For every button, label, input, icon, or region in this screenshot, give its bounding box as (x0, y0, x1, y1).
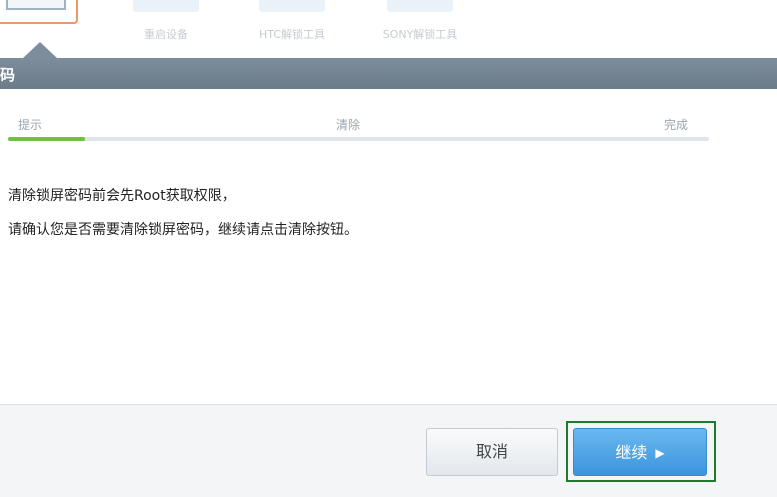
cancel-button[interactable]: 取消 (426, 428, 558, 476)
step-clear: 清除 (336, 118, 361, 132)
continue-button-label: 继续 (615, 443, 648, 462)
progress-fill (8, 137, 86, 141)
title-band: 码 (0, 58, 777, 89)
tool-sony-unlock[interactable]: SONY解锁工具 (370, 0, 470, 58)
message-line-2: 请确认您是否需要清除锁屏密码，继续请点击清除按钮。 (8, 222, 358, 238)
tool-restart-device[interactable]: 重启设备 (124, 0, 208, 58)
tool-active-tile[interactable] (0, 0, 78, 24)
tool-label: HTC解锁工具 (258, 28, 326, 41)
tool-active-icon (6, 0, 66, 10)
tool-label: 重启设备 (144, 28, 188, 41)
step-tip: 提示 (18, 118, 43, 132)
content-panel: 提示 清除 完成 清除锁屏密码前会先Root获取权限， 请确认您是否需要清除锁屏… (0, 89, 777, 404)
sony-unlock-icon (387, 0, 453, 12)
htc-unlock-icon (259, 0, 325, 12)
footer-bar: 取消 继续 ▶ (0, 404, 777, 497)
message-line-1: 清除锁屏密码前会先Root获取权限， (8, 188, 236, 204)
restart-device-icon (133, 0, 199, 12)
tool-label: SONY解锁工具 (382, 28, 458, 41)
play-arrow-icon: ▶ (655, 446, 665, 460)
active-tool-pointer (22, 42, 58, 59)
tool-htc-unlock[interactable]: HTC解锁工具 (244, 0, 340, 58)
page-title: 码 (0, 66, 16, 84)
step-done: 完成 (664, 118, 689, 132)
progress-track (8, 137, 709, 141)
cancel-button-label: 取消 (475, 442, 508, 461)
continue-button[interactable]: 继续 ▶ (573, 428, 707, 476)
tool-strip: 重启设备 HTC解锁工具 SONY解锁工具 (0, 0, 777, 58)
